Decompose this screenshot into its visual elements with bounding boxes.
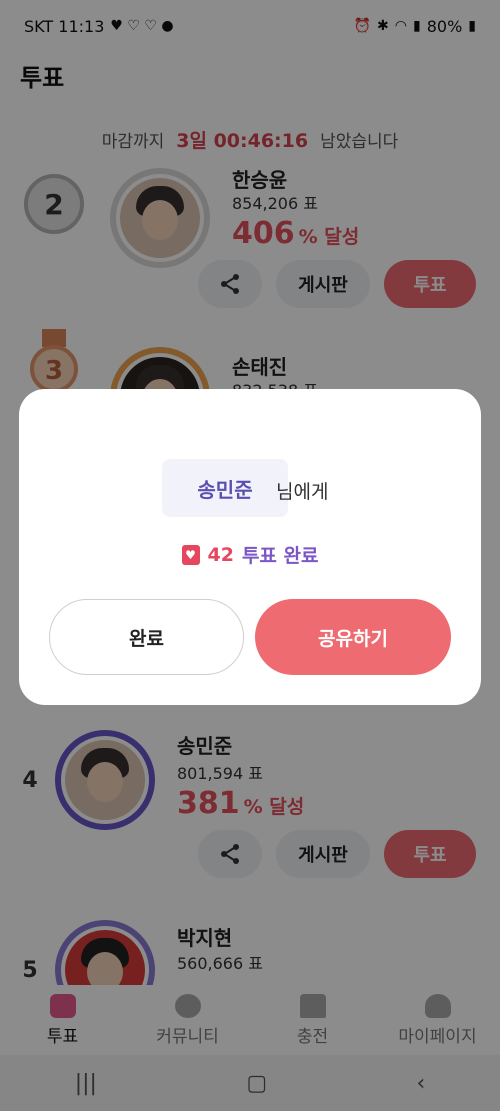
vote-result-label: 투표 완료 bbox=[241, 545, 319, 567]
vote-result-count: 42 bbox=[207, 543, 234, 566]
heart-icon: ♥ bbox=[181, 544, 200, 565]
recipient-name: 송민준 bbox=[162, 459, 288, 517]
vote-result: ♥ 42 투표 완료 bbox=[19, 541, 481, 568]
vote-complete-dialog: 송민준 님에게 ♥ 42 투표 완료 완료 공유하기 bbox=[19, 389, 481, 705]
share-vote-button[interactable]: 공유하기 bbox=[255, 599, 451, 675]
recipient-suffix: 님에게 bbox=[276, 481, 329, 503]
done-button[interactable]: 완료 bbox=[49, 599, 244, 675]
